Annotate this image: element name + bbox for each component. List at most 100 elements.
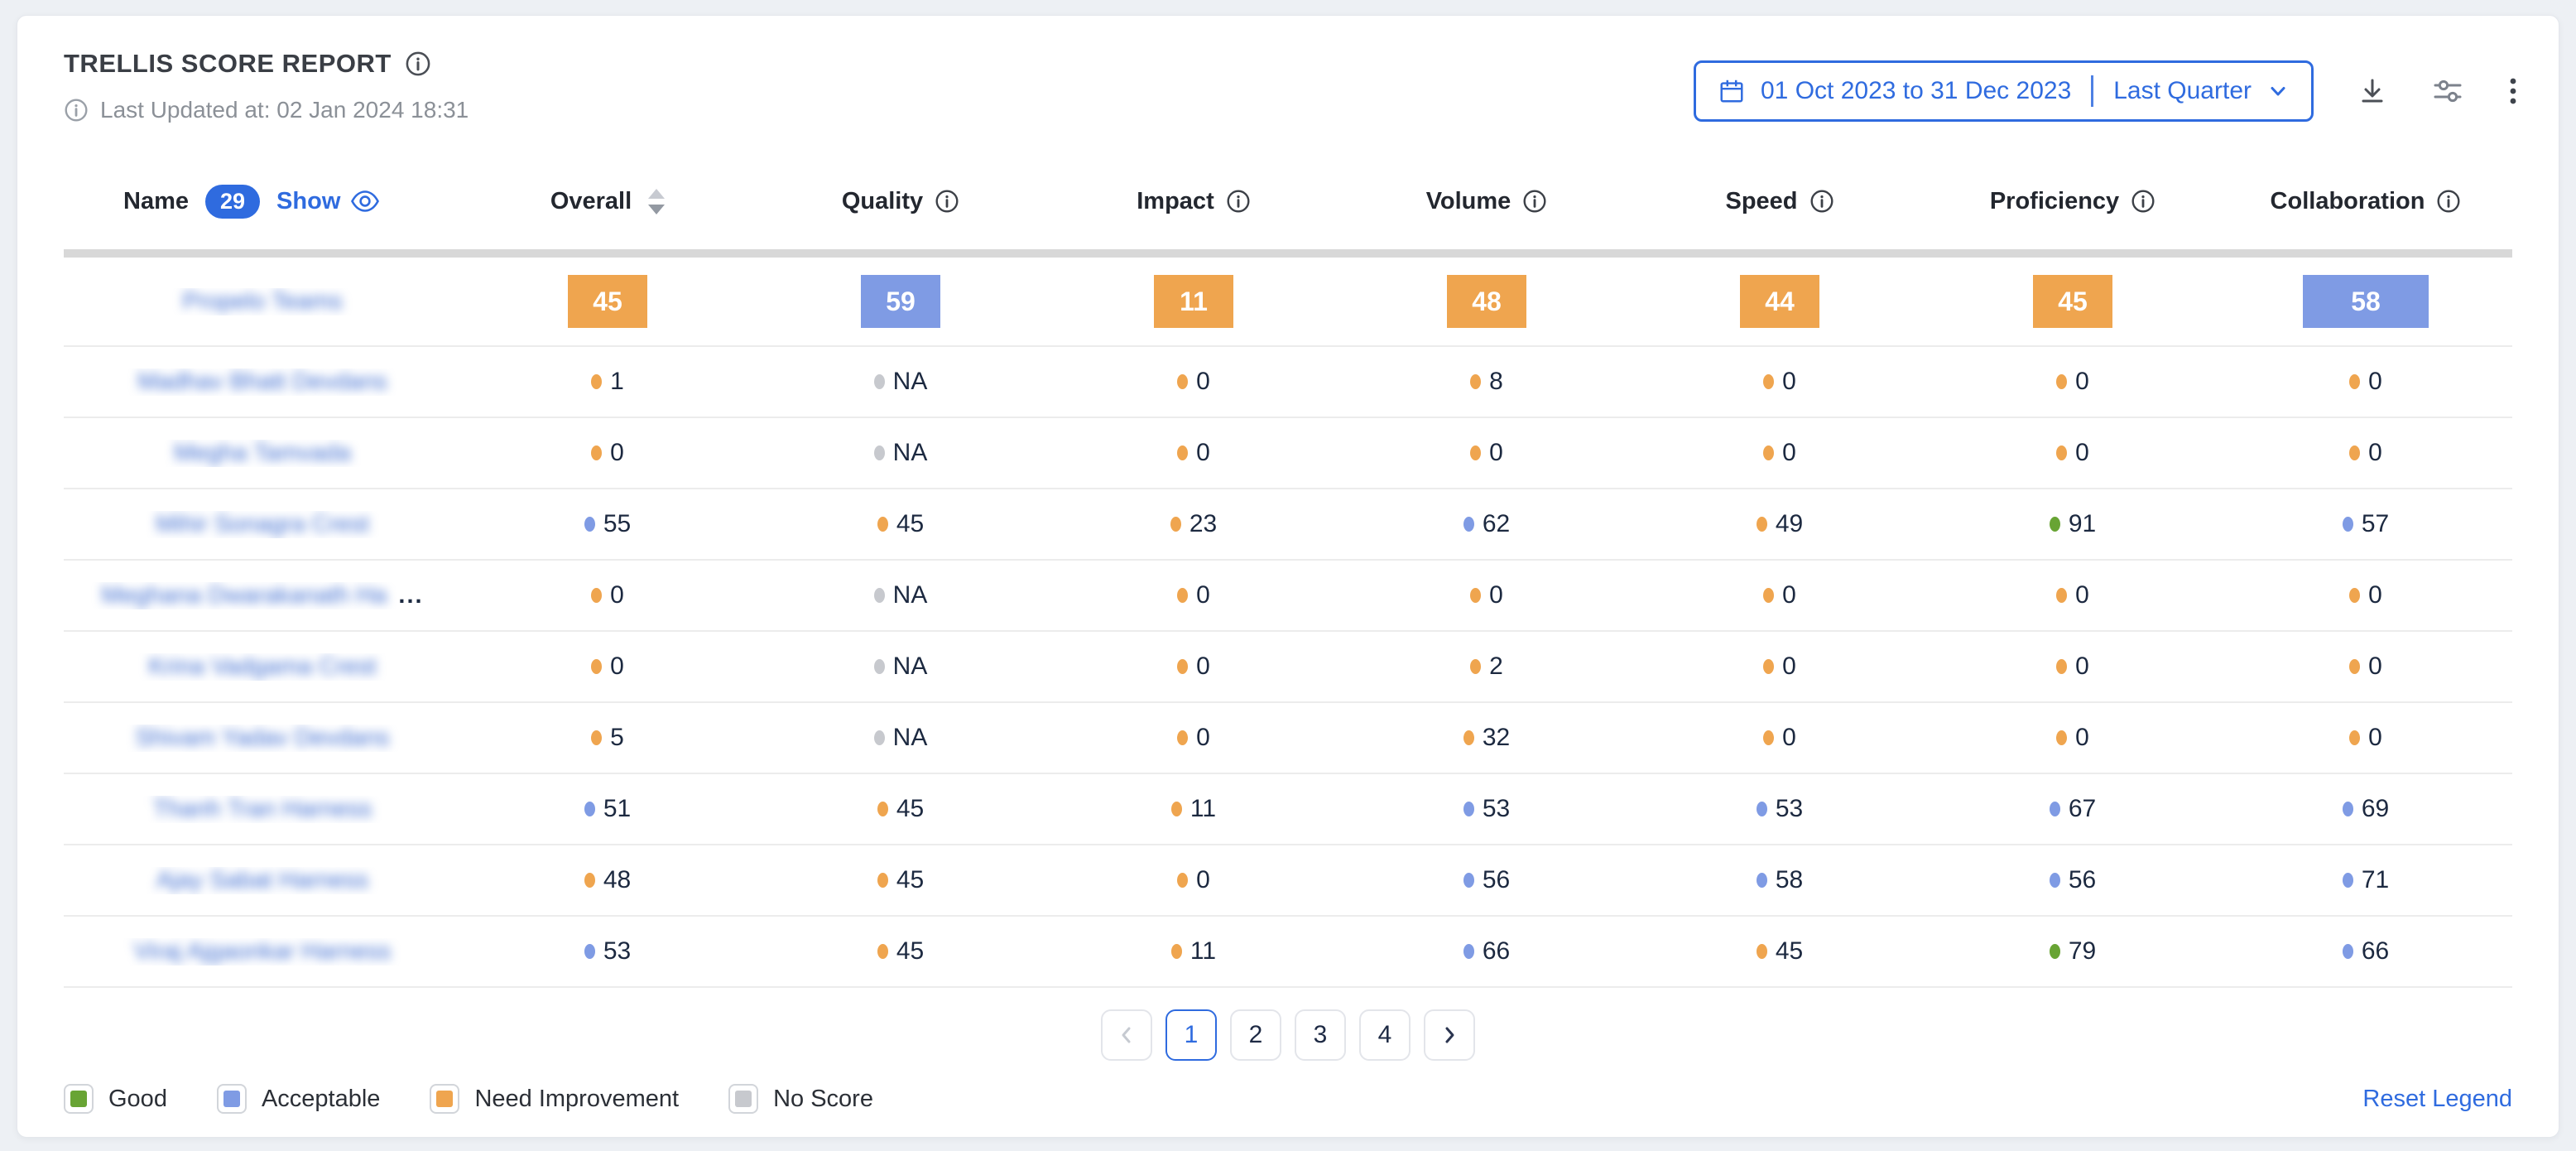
score-cell: 51 — [461, 795, 754, 823]
score-dot-need-improvement — [591, 659, 602, 674]
pagination-prev-button[interactable] — [1101, 1009, 1152, 1061]
score-value: 48 — [603, 866, 631, 894]
column-info-icon[interactable] — [2131, 189, 2155, 214]
score-dot-need-improvement — [1757, 944, 1767, 959]
score-cell: 0 — [1633, 724, 1926, 752]
score-dot-acceptable — [1757, 873, 1767, 888]
score-cell: 0 — [1633, 581, 1926, 609]
column-header-speed: Speed — [1633, 188, 1926, 215]
page-title: TRELLIS SCORE REPORT — [64, 49, 392, 79]
score-cell: 0 — [1047, 368, 1340, 396]
member-name-link[interactable]: Meghana Dwarakanath Ha — [101, 582, 387, 609]
score-cell: 53 — [1633, 795, 1926, 823]
score-cell: 62 — [1340, 510, 1633, 538]
sort-control[interactable] — [648, 189, 665, 214]
score-cell: 66 — [2219, 937, 2512, 966]
column-info-icon[interactable] — [1226, 189, 1251, 214]
score-cell: 0 — [461, 653, 754, 681]
score-value: 0 — [1782, 724, 1796, 752]
table-row-summary: Propelo Teams45591148444558 — [64, 258, 2512, 347]
more-options-button[interactable] — [2507, 75, 2519, 108]
pagination-page-4[interactable]: 4 — [1359, 1009, 1411, 1061]
summary-score-cell: 48 — [1340, 275, 1633, 328]
score-dot-need-improvement — [584, 873, 595, 888]
score-cell: 57 — [2219, 510, 2512, 538]
column-info-icon[interactable] — [1809, 189, 1834, 214]
score-cell: NA — [754, 581, 1047, 609]
score-cell: 0 — [2219, 439, 2512, 467]
sort-ascend-icon — [648, 189, 665, 199]
score-value: 45 — [896, 795, 924, 823]
download-button[interactable] — [2357, 75, 2388, 107]
score-dot-no-score — [874, 730, 885, 745]
title-info-icon[interactable] — [405, 51, 431, 77]
member-name-link[interactable]: Viraj Ajgaonkar Harness — [134, 938, 392, 966]
member-name-link[interactable]: Madhav Bhatt Devdans — [137, 368, 387, 396]
score-cell: 0 — [2219, 581, 2512, 609]
legend-item-no-score[interactable]: No Score — [728, 1084, 873, 1114]
pagination-page-2[interactable]: 2 — [1230, 1009, 1281, 1061]
show-label: Show — [276, 188, 340, 215]
legend-swatch-frame — [728, 1084, 758, 1114]
column-info-icon[interactable] — [1522, 189, 1547, 214]
score-dot-need-improvement — [1177, 588, 1188, 603]
column-info-icon[interactable] — [935, 189, 959, 214]
member-name-link[interactable]: Thanh Tran Harness — [153, 796, 372, 823]
summary-score-cell: 58 — [2219, 275, 2512, 328]
member-name-link[interactable]: Megha Tamvada — [174, 440, 351, 467]
legend-swatch — [436, 1091, 453, 1107]
summary-score-box: 44 — [1740, 275, 1819, 328]
score-value: 45 — [896, 510, 924, 538]
column-settings-icon — [2431, 75, 2464, 108]
member-name-link[interactable]: Mihir Sonagra Crest — [156, 511, 369, 538]
report-controls: 01 Oct 2023 to 31 Dec 2023 Last Quarter — [1694, 59, 2519, 123]
score-cell: 0 — [1340, 581, 1633, 609]
table-body: Propelo Teams45591148444558Madhav Bhatt … — [64, 258, 2512, 988]
pagination-page-3[interactable]: 3 — [1295, 1009, 1346, 1061]
summary-score-box: 45 — [568, 275, 647, 328]
score-value: 62 — [1483, 510, 1510, 538]
score-cell: 66 — [1340, 937, 1633, 966]
score-value: 45 — [1776, 937, 1803, 966]
score-cell: 2 — [1340, 653, 1633, 681]
score-value: 0 — [1196, 439, 1210, 467]
column-settings-button[interactable] — [2431, 75, 2464, 108]
score-dot-acceptable — [1463, 802, 1474, 816]
score-cell: 91 — [1926, 510, 2219, 538]
team-name-link[interactable]: Propelo Teams — [183, 288, 343, 315]
legend-item-good[interactable]: Good — [64, 1084, 167, 1114]
last-updated-info-icon[interactable] — [64, 98, 89, 123]
member-name-link[interactable]: Ajay Sabat Harness — [156, 867, 368, 894]
show-names-button[interactable]: Show — [276, 188, 380, 215]
column-info-icon[interactable] — [2436, 189, 2461, 214]
pagination-next-button[interactable] — [1424, 1009, 1475, 1061]
score-value: 0 — [2368, 724, 2382, 752]
column-header-label: Collaboration — [2271, 188, 2425, 215]
name-header-label: Name — [123, 188, 189, 215]
score-value: NA — [893, 439, 928, 467]
date-preset-label: Last Quarter — [2113, 77, 2252, 105]
score-cell: 69 — [2219, 795, 2512, 823]
score-value: 0 — [610, 653, 624, 681]
score-dot-acceptable — [2343, 802, 2353, 816]
legend-label: Good — [108, 1086, 167, 1113]
score-value: 32 — [1483, 724, 1510, 752]
member-name-link[interactable]: Shivam Yadav Devdans — [136, 725, 390, 752]
score-dot-acceptable — [2343, 944, 2353, 959]
reset-legend-link[interactable]: Reset Legend — [2362, 1086, 2512, 1113]
pagination-page-1[interactable]: 1 — [1165, 1009, 1217, 1061]
score-cell: 0 — [2219, 368, 2512, 396]
score-cell: 0 — [2219, 653, 2512, 681]
pagination: 1234 — [17, 1009, 2559, 1061]
member-name-link[interactable]: Krina Vadgama Crest — [148, 653, 376, 681]
score-cell: 45 — [754, 510, 1047, 538]
table-row: Shivam Yadav Devdans5NA032000 — [64, 703, 2512, 774]
legend-item-need-improvement[interactable]: Need Improvement — [430, 1084, 679, 1114]
score-dot-need-improvement — [877, 517, 888, 532]
legend-item-acceptable[interactable]: Acceptable — [217, 1084, 381, 1114]
score-dot-need-improvement — [2056, 374, 2067, 389]
date-range-picker[interactable]: 01 Oct 2023 to 31 Dec 2023 Last Quarter — [1694, 60, 2314, 122]
table-row: Ajay Sabat Harness4845056585671 — [64, 845, 2512, 917]
score-value: 67 — [2069, 795, 2096, 823]
score-cell: 0 — [2219, 724, 2512, 752]
